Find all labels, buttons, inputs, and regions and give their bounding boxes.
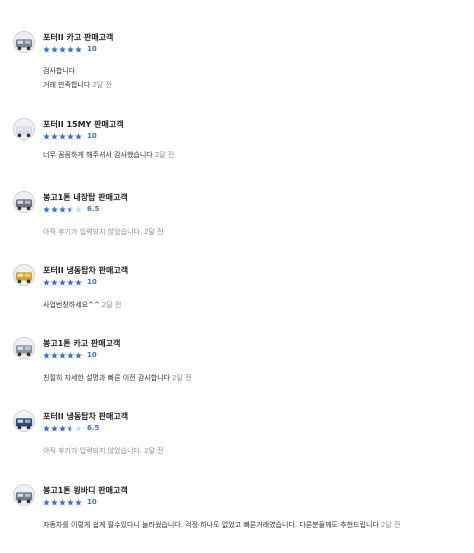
- vehicle-avatar: [13, 410, 35, 432]
- star-icon: [43, 132, 50, 139]
- rating-score: 10: [87, 278, 97, 286]
- star-icon: [75, 205, 82, 212]
- review-text: 아직 후기가 입력되지 않았습니다. 2달 전: [43, 228, 164, 236]
- review-text: 사업번창하세요^^ 2달 전: [43, 301, 122, 309]
- star-rating: [43, 205, 83, 213]
- rating: 10: [43, 131, 97, 141]
- vehicle-avatar: [13, 484, 35, 506]
- review-text: 자동차를 이렇게 쉽게 팔수있다니 놀라웠습니다. 걱정 하나도 없었고 빠른거…: [43, 521, 401, 529]
- star-icon: [51, 424, 58, 431]
- rating-score: 10: [87, 45, 97, 53]
- review-time: 2달 전: [144, 228, 164, 236]
- star-rating: [43, 132, 83, 140]
- seller-label: 포터II 냉동탑차 판매고객: [43, 412, 129, 421]
- star-rating: [43, 45, 83, 53]
- rating: 10: [43, 277, 97, 287]
- seller-label: 봉고1톤 카고 판매고객: [43, 339, 121, 348]
- vehicle-avatar: [13, 118, 35, 140]
- rating: 6.5: [43, 204, 99, 214]
- star-icon: [59, 498, 66, 505]
- seller-label: 봉고1톤 내장탑 판매고객: [43, 193, 128, 202]
- star-icon: [75, 278, 82, 285]
- star-rating: [43, 351, 83, 359]
- star-icon: [51, 278, 58, 285]
- star-icon: [67, 45, 74, 52]
- star-icon: [67, 132, 74, 139]
- star-rating: [43, 424, 83, 432]
- star-icon: [67, 498, 74, 505]
- vehicle-avatar: [13, 31, 35, 53]
- star-icon: [51, 498, 58, 505]
- star-icon: [59, 132, 66, 139]
- star-icon: [43, 351, 50, 358]
- rating-score: 10: [87, 498, 97, 506]
- star-icon: [75, 424, 82, 431]
- rating-score: 6.5: [87, 424, 100, 432]
- rating-score: 10: [87, 351, 97, 359]
- review-text: 너무 꼼꼼하게 해주셔서 감사했습니다 2달 전: [43, 151, 175, 159]
- star-rating: [43, 498, 83, 506]
- seller-label: 포터II 냉동탑차 판매고객: [43, 266, 129, 275]
- star-icon: [51, 132, 58, 139]
- rating: 6.5: [43, 423, 99, 433]
- star-icon: [59, 45, 66, 52]
- previous-review-cut-text: · ·· ·· · · ·· ·· ·· ·: [44, 0, 93, 2]
- rating: 10: [43, 44, 97, 54]
- star-icon: [75, 351, 82, 358]
- review-time: 2달 전: [144, 447, 164, 455]
- review-text: 거래 만족합니다 2달 전: [43, 81, 112, 89]
- review-text: 검사합니다: [43, 67, 76, 75]
- rating-score: 6.5: [87, 205, 100, 213]
- star-icon: [67, 424, 74, 431]
- review-time: 2달 전: [101, 301, 122, 309]
- star-icon: [67, 351, 74, 358]
- star-icon: [75, 132, 82, 139]
- review-time: 2달 전: [380, 521, 401, 529]
- review-time: 2달 전: [172, 374, 192, 382]
- star-icon: [75, 45, 82, 52]
- star-icon: [59, 424, 66, 431]
- star-icon: [59, 351, 66, 358]
- star-icon: [67, 278, 74, 285]
- star-icon: [75, 498, 82, 505]
- star-icon: [51, 45, 58, 52]
- vehicle-avatar: [13, 191, 35, 213]
- star-icon: [59, 278, 66, 285]
- review-text: 아직 후기가 입력되지 않았습니다. 2달 전: [43, 447, 164, 455]
- seller-label: 포터II 카고 판매고객: [43, 33, 114, 42]
- vehicle-avatar: [13, 264, 35, 286]
- star-icon: [43, 278, 50, 285]
- vehicle-avatar: [13, 337, 35, 359]
- star-icon: [51, 205, 58, 212]
- seller-label: 포터II 15MY 판매고객: [43, 120, 124, 129]
- star-icon: [51, 351, 58, 358]
- review-time: 2달 전: [92, 81, 112, 89]
- star-icon: [43, 205, 50, 212]
- star-icon: [59, 205, 66, 212]
- rating-score: 10: [87, 132, 97, 140]
- star-icon: [43, 498, 50, 505]
- star-icon: [67, 205, 74, 212]
- rating: 10: [43, 497, 97, 507]
- review-time: 2달 전: [154, 151, 175, 159]
- star-icon: [43, 424, 50, 431]
- review-text: 친절히 자세한 설명과 빠른 이전 감사합니다 2달 전: [43, 374, 192, 382]
- star-icon: [43, 45, 50, 52]
- seller-label: 봉고1톤 윙바디 판매고객: [43, 486, 128, 495]
- star-rating: [43, 278, 83, 286]
- rating: 10: [43, 350, 97, 360]
